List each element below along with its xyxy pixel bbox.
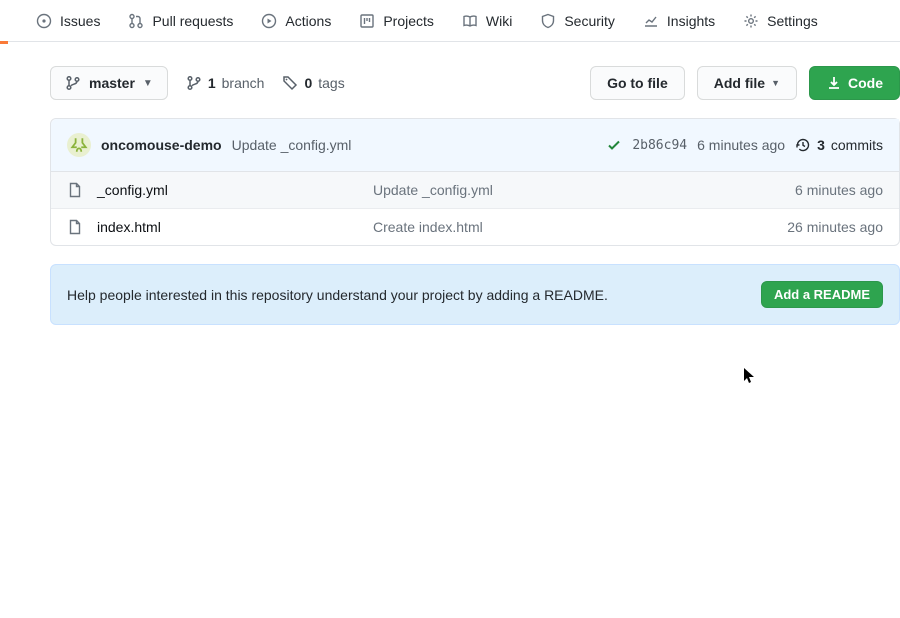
file-name-link[interactable]: _config.yml [97, 182, 168, 198]
add-file-button[interactable]: Add file ▼ [697, 66, 797, 100]
nav-security[interactable]: Security [526, 0, 629, 41]
play-icon [261, 13, 277, 29]
commits-count-value: 3 [817, 137, 825, 153]
file-icon [67, 219, 83, 235]
button-label: Add a README [774, 287, 870, 302]
nav-label: Insights [667, 13, 715, 29]
git-pull-request-icon [128, 13, 144, 29]
branch-count: 1 [208, 75, 216, 91]
chevron-down-icon: ▼ [143, 78, 153, 89]
git-branch-icon [186, 75, 202, 91]
nav-label: Settings [767, 13, 818, 29]
nav-label: Pull requests [152, 13, 233, 29]
commit-author[interactable]: oncomouse-demo [101, 137, 222, 153]
git-branch-icon [65, 75, 81, 91]
file-icon [67, 182, 83, 198]
file-commit-msg[interactable]: Update _config.yml [373, 182, 795, 198]
gear-icon [743, 13, 759, 29]
nav-label: Security [564, 13, 615, 29]
tag-count-label: tags [318, 75, 344, 91]
chevron-down-icon: ▼ [771, 78, 780, 88]
main-container: master ▼ 1 branch 0 tags Go to file Add … [0, 42, 900, 325]
file-row: index.html Create index.html 26 minutes … [51, 209, 899, 245]
tag-count: 0 [304, 75, 312, 91]
avatar[interactable] [67, 133, 91, 157]
file-time: 26 minutes ago [787, 219, 883, 235]
branch-select-button[interactable]: master ▼ [50, 66, 168, 100]
file-time: 6 minutes ago [795, 182, 883, 198]
tag-icon [282, 75, 298, 91]
nav-pulls[interactable]: Pull requests [114, 0, 247, 41]
commit-sha[interactable]: 2b86c94 [632, 138, 687, 153]
branch-name: master [89, 75, 135, 91]
button-label: Code [848, 75, 883, 91]
branches-link[interactable]: 1 branch [186, 75, 265, 91]
download-icon [826, 75, 842, 91]
tags-link[interactable]: 0 tags [282, 75, 344, 91]
nav-wiki[interactable]: Wiki [448, 0, 526, 41]
commit-message[interactable]: Update _config.yml [232, 137, 352, 153]
button-label: Go to file [607, 75, 668, 91]
nav-insights[interactable]: Insights [629, 0, 729, 41]
readme-prompt-text: Help people interested in this repositor… [67, 287, 608, 303]
commits-link[interactable]: 3 commits [795, 137, 883, 153]
nav-projects[interactable]: Projects [345, 0, 448, 41]
nav-issues[interactable]: Issues [22, 0, 114, 41]
file-row: _config.yml Update _config.yml 6 minutes… [51, 172, 899, 209]
mouse-cursor [744, 368, 756, 386]
button-label: Add file [714, 75, 765, 91]
toolbar: master ▼ 1 branch 0 tags Go to file Add … [50, 66, 900, 100]
commits-count-label: commits [831, 137, 883, 153]
issue-opened-icon [36, 13, 52, 29]
shield-icon [540, 13, 556, 29]
history-icon [795, 137, 811, 153]
check-icon[interactable] [606, 137, 622, 153]
nav-label: Actions [285, 13, 331, 29]
file-list-box: oncomouse-demo Update _config.yml 2b86c9… [50, 118, 900, 246]
project-icon [359, 13, 375, 29]
branch-count-label: branch [222, 75, 265, 91]
graph-icon [643, 13, 659, 29]
progress-indicator [0, 41, 8, 44]
latest-commit-row: oncomouse-demo Update _config.yml 2b86c9… [51, 119, 899, 172]
add-readme-button[interactable]: Add a README [761, 281, 883, 308]
commit-time: 6 minutes ago [697, 137, 785, 153]
book-icon [462, 13, 478, 29]
nav-label: Wiki [486, 13, 512, 29]
nav-label: Projects [383, 13, 434, 29]
file-commit-msg[interactable]: Create index.html [373, 219, 787, 235]
file-actions: Go to file Add file ▼ Code [590, 66, 900, 100]
nav-actions[interactable]: Actions [247, 0, 345, 41]
repo-nav: Issues Pull requests Actions Projects Wi… [0, 0, 900, 42]
code-button[interactable]: Code [809, 66, 900, 100]
nav-label: Issues [60, 13, 100, 29]
nav-settings[interactable]: Settings [729, 0, 832, 41]
file-name-link[interactable]: index.html [97, 219, 161, 235]
go-to-file-button[interactable]: Go to file [590, 66, 685, 100]
readme-prompt: Help people interested in this repositor… [50, 264, 900, 325]
